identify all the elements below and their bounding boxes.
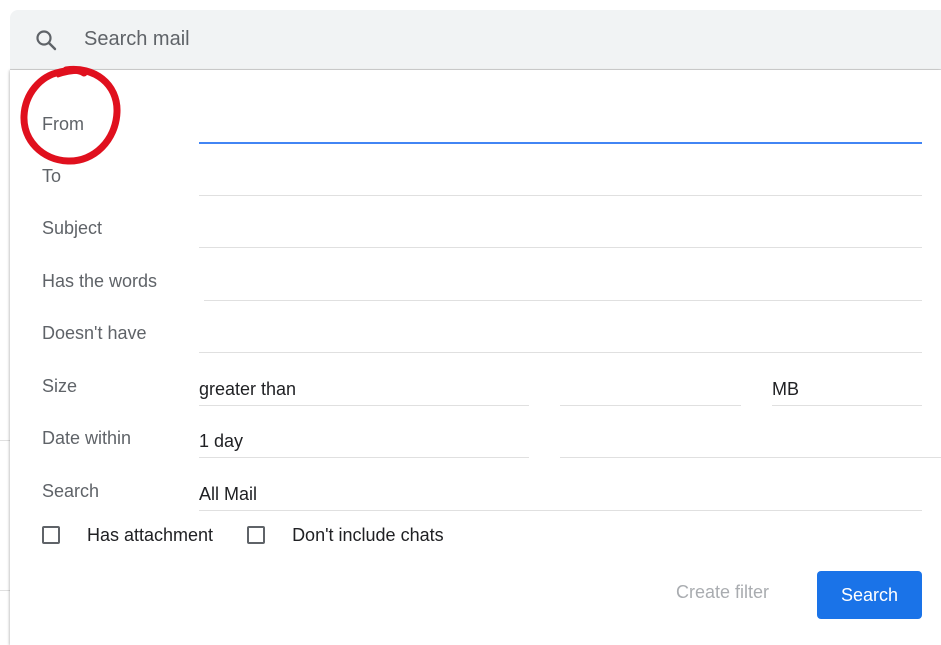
date-within-value: 1 day <box>199 431 244 451</box>
doesnt-have-label: Doesn't have <box>42 323 147 343</box>
search-scope-select[interactable]: All Mail <box>199 481 922 511</box>
search-scope-value: All Mail <box>199 484 258 504</box>
date-within-label: Date within <box>42 428 132 448</box>
to-field[interactable] <box>199 166 922 196</box>
size-operator-value: greater than <box>199 379 297 399</box>
size-label: Size <box>42 376 78 396</box>
doesnt-have-row: Doesn't have <box>10 309 941 361</box>
date-field[interactable] <box>560 428 941 458</box>
has-words-label: Has the words <box>42 271 158 291</box>
to-input[interactable] <box>199 166 922 194</box>
to-row: To <box>10 152 941 204</box>
from-field[interactable] <box>199 114 922 144</box>
options-checkboxes: Has attachment Don't include chats <box>42 520 478 550</box>
from-input[interactable] <box>199 114 922 142</box>
subject-input[interactable] <box>199 218 922 246</box>
dont-include-chats-checkbox[interactable] <box>247 526 266 544</box>
search-bar <box>10 10 941 70</box>
subject-field[interactable] <box>199 218 922 248</box>
create-filter-button[interactable]: Create filter <box>676 582 769 603</box>
subject-label: Subject <box>42 218 103 238</box>
size-row: Size greater than MB <box>10 362 941 414</box>
size-unit-value: MB <box>772 379 799 399</box>
doesnt-have-input[interactable] <box>199 323 922 351</box>
dont-include-chats-label: Don't include chats <box>292 524 444 545</box>
size-operator-select[interactable]: greater than <box>199 376 529 406</box>
size-value-field[interactable] <box>560 376 741 406</box>
size-value-input[interactable] <box>560 376 741 404</box>
advanced-search-panel: From To Subject Has the words Doesn't ha… <box>10 70 941 645</box>
search-scope-row: Search All Mail <box>10 467 941 519</box>
from-label: From <box>42 114 84 134</box>
subject-row: Subject <box>10 204 941 256</box>
backdrop-divider <box>0 440 10 441</box>
has-attachment-checkbox[interactable] <box>42 526 60 544</box>
size-unit-select[interactable]: MB <box>772 376 922 406</box>
has-attachment-label: Has attachment <box>87 524 214 545</box>
to-label: To <box>42 166 62 186</box>
date-within-row: Date within 1 day <box>10 414 941 466</box>
date-within-select[interactable]: 1 day <box>199 428 529 458</box>
search-scope-label: Search <box>42 481 100 501</box>
backdrop-divider <box>0 590 10 591</box>
date-input[interactable] <box>560 428 941 456</box>
has-words-input[interactable] <box>204 271 922 299</box>
search-button[interactable]: Search <box>817 571 922 619</box>
search-input[interactable] <box>82 27 786 52</box>
has-words-row: Has the words <box>10 257 941 309</box>
from-row: From <box>10 100 941 152</box>
search-icon[interactable] <box>34 28 58 52</box>
has-words-field[interactable] <box>204 271 922 301</box>
doesnt-have-field[interactable] <box>199 323 922 353</box>
